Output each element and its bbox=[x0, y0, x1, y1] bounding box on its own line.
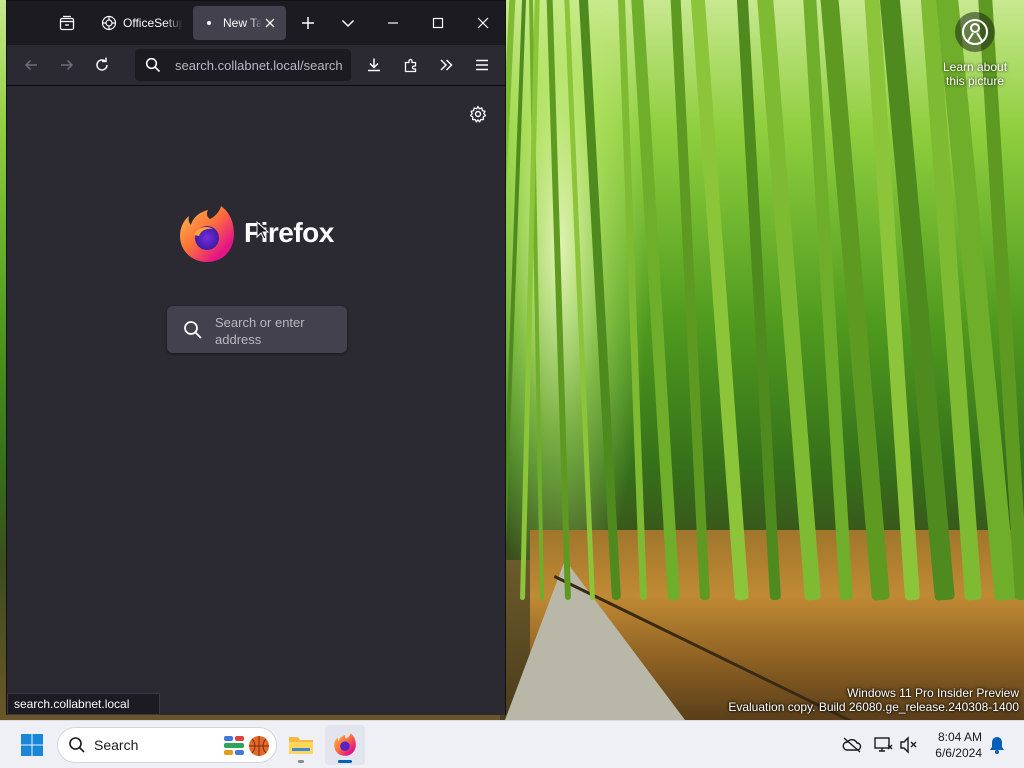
app-menu-button[interactable] bbox=[466, 49, 498, 81]
onedrive-offline-icon[interactable] bbox=[842, 735, 862, 755]
list-all-tabs-button[interactable] bbox=[332, 7, 364, 39]
folder-icon bbox=[289, 737, 313, 754]
firefox-view-icon bbox=[59, 15, 75, 31]
notification-bell-icon[interactable] bbox=[987, 735, 1007, 755]
reload-button[interactable] bbox=[86, 49, 118, 81]
windows-watermark: Windows 11 Pro Insider Preview Evaluatio… bbox=[728, 686, 1019, 714]
taskbar-search-box[interactable]: Search bbox=[57, 727, 277, 763]
hamburger-menu-icon bbox=[476, 59, 488, 71]
address-bar[interactable]: search.collabnet.local/search bbox=[135, 49, 351, 81]
search-icon bbox=[145, 57, 161, 73]
navigation-toolbar: search.collabnet.local/search bbox=[7, 45, 505, 86]
tab-officesetup[interactable]: OfficeSetup bbox=[93, 6, 191, 40]
watermark-line-2: Evaluation copy. Build 26080.ge_release.… bbox=[728, 700, 1019, 714]
back-button[interactable] bbox=[15, 49, 47, 81]
search-highlight-icon bbox=[222, 733, 272, 764]
firefox-window: OfficeSetup New Tab bbox=[6, 0, 506, 715]
taskbar-firefox[interactable] bbox=[325, 725, 365, 765]
tab-title: OfficeSetup bbox=[123, 16, 183, 30]
minimize-icon bbox=[388, 22, 398, 24]
back-arrow-icon bbox=[24, 59, 37, 71]
double-chevron-right-icon bbox=[440, 59, 453, 71]
learn-about-picture-label: Learn about this picture bbox=[942, 60, 1008, 88]
more-tools-button[interactable] bbox=[430, 49, 462, 81]
firefox-view-button[interactable] bbox=[51, 9, 83, 37]
learn-about-picture[interactable]: Learn about this picture bbox=[940, 12, 1010, 88]
officesetup-favicon-icon bbox=[101, 15, 117, 31]
taskbar: Search 8:04 AM 6/6/2024 bbox=[0, 720, 1024, 768]
camera-icon bbox=[955, 12, 995, 52]
search-icon bbox=[183, 320, 203, 345]
system-clock[interactable]: 8:04 AM 6/6/2024 bbox=[926, 729, 982, 761]
running-indicator bbox=[298, 760, 304, 763]
clock-date: 6/6/2024 bbox=[935, 746, 982, 760]
close-window-button[interactable] bbox=[465, 7, 501, 39]
new-tab-page: Firefox Search or enter address bbox=[7, 87, 505, 715]
download-icon bbox=[368, 58, 380, 72]
dot-icon bbox=[201, 15, 217, 31]
tab-strip: OfficeSetup New Tab bbox=[7, 1, 505, 45]
plus-icon bbox=[302, 17, 314, 29]
network-icon[interactable] bbox=[873, 735, 893, 755]
wallpaper-path bbox=[505, 560, 685, 720]
taskbar-file-explorer[interactable] bbox=[281, 725, 321, 765]
mouse-cursor-icon bbox=[256, 221, 270, 240]
minimize-button[interactable] bbox=[375, 7, 411, 39]
puzzle-piece-icon bbox=[404, 58, 417, 73]
tab-title: New Tab bbox=[223, 16, 262, 30]
close-icon bbox=[477, 17, 489, 29]
firefox-icon bbox=[334, 733, 356, 756]
search-placeholder: Search or enter address bbox=[215, 315, 305, 347]
forward-arrow-icon bbox=[61, 59, 74, 71]
new-tab-search-box[interactable]: Search or enter address bbox=[167, 306, 347, 353]
chevron-down-icon bbox=[341, 19, 355, 28]
watermark-line-1: Windows 11 Pro Insider Preview bbox=[847, 686, 1019, 700]
downloads-button[interactable] bbox=[358, 49, 390, 81]
link-status-bar: search.collabnet.local bbox=[7, 693, 160, 715]
settings-gear-icon[interactable] bbox=[469, 105, 487, 123]
close-tab-icon[interactable] bbox=[262, 15, 278, 31]
search-icon bbox=[69, 737, 85, 753]
active-indicator bbox=[338, 760, 352, 763]
tab-new-tab[interactable]: New Tab bbox=[193, 6, 286, 40]
start-button[interactable] bbox=[12, 725, 52, 765]
firefox-logo-icon bbox=[180, 206, 234, 262]
maximize-icon bbox=[432, 17, 444, 29]
maximize-button[interactable] bbox=[420, 7, 456, 39]
reload-icon bbox=[96, 57, 108, 71]
forward-button[interactable] bbox=[51, 49, 83, 81]
extensions-button[interactable] bbox=[395, 49, 427, 81]
url-text: search.collabnet.local/search bbox=[175, 57, 343, 73]
taskbar-search-label: Search bbox=[94, 737, 139, 753]
clock-time: 8:04 AM bbox=[937, 730, 982, 744]
windows-logo-icon bbox=[21, 734, 43, 756]
new-tab-button[interactable] bbox=[292, 7, 324, 39]
volume-muted-icon[interactable] bbox=[899, 735, 919, 755]
